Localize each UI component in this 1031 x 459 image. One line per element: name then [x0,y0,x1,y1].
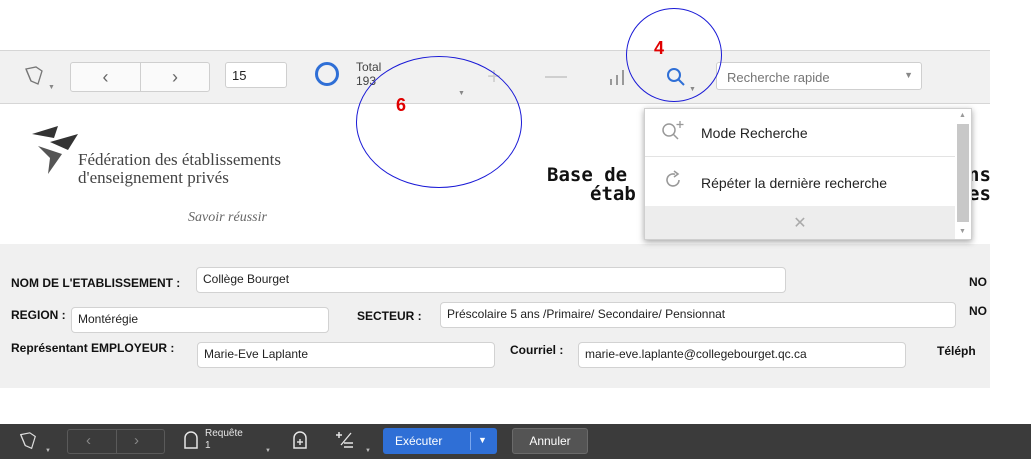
scroll-up-icon[interactable]: ▲ [959,112,966,119]
close-icon[interactable]: ✕ [645,206,955,239]
menu-item-label: Répéter la dernière recherche [701,175,887,191]
layout-menu-button[interactable]: ▼ [12,60,56,92]
total-label: Total [356,60,382,74]
chevron-down-icon[interactable]: ▼ [904,70,913,80]
right-label-1: NO [969,275,987,289]
previous-request-button[interactable]: ‹ [86,432,91,449]
record-navigation: ‹ › [70,62,210,92]
annotation-number-6: 6 [396,95,407,115]
page-title-line2: étab [590,183,636,205]
menu-item-repeat-search[interactable]: Répéter la dernière recherche [645,159,955,207]
minus-icon [545,76,567,78]
execute-label: Exécuter [395,434,443,448]
request-count: 1 [205,440,211,451]
request-navigation: ‹ › [67,429,165,454]
add-request-icon [293,431,307,449]
layout-menu-button[interactable] [18,431,38,454]
cancel-button[interactable]: Annuler [512,428,588,454]
menu-scrollbar[interactable]: ▲ ▼ [957,112,969,236]
current-record-field[interactable]: 15 [225,62,287,88]
request-label: Requête [205,428,243,439]
sector-field[interactable]: Préscolaire 5 ans /Primaire/ Secondaire/… [440,302,956,328]
book-layout-icon [19,432,36,450]
find-button[interactable]: ▼ [656,60,696,94]
phone-label: Téléph [937,344,976,358]
org-name-line2: d'enseignement privés [78,168,229,187]
found-set-ring-icon [315,62,339,86]
menu-item-find-mode[interactable]: Mode Recherche [645,109,955,157]
chevron-down-icon: ▼ [265,448,271,454]
chevron-down-icon: ▼ [365,448,371,454]
book-layout-icon [25,66,43,85]
menu-item-label: Mode Recherche [701,125,808,141]
chevron-down-icon: ▼ [689,86,696,93]
find-mode-icon [645,119,701,147]
right-label-2: NO [969,304,987,318]
quick-search-box: ▼ [716,62,922,90]
chevron-down-icon: ▼ [48,84,55,91]
request-icon [183,431,199,452]
next-record-button[interactable]: › [141,63,209,91]
sector-label: SECTEUR : [357,309,422,323]
org-motto: Savoir réussir [188,210,267,225]
sort-bars-icon [610,70,624,85]
chevron-down-icon: ▼ [458,90,465,97]
repeat-icon [645,169,701,197]
region-field[interactable]: Montérégie [71,307,329,333]
establishment-label: NOM DE L'ETABLISSEMENT : [11,276,181,290]
delete-record-button[interactable] [538,62,574,92]
quick-search-input[interactable] [725,64,899,90]
add-request-button[interactable] [292,431,308,452]
region-label: REGION : [11,308,66,322]
email-field[interactable]: marie-eve.laplante@collegebourget.qc.ca [578,342,906,368]
chevron-left-icon: ‹ [102,66,109,87]
execute-button[interactable]: Exécuter ▼ [383,428,497,454]
magnifier-icon [667,68,685,86]
employer-field[interactable]: Marie-Eve Laplante [197,342,495,368]
establishment-field[interactable]: Collège Bourget [196,267,786,293]
chevron-right-icon: › [172,66,178,87]
federation-logo [32,126,78,174]
email-label: Courriel : [510,343,564,357]
sort-button[interactable] [600,62,636,92]
omit-icon [336,432,353,448]
previous-record-button[interactable]: ‹ [71,63,140,91]
plus-icon: + [486,63,501,90]
find-dropdown-menu: Mode Recherche Répéter la dernière reche… [644,108,972,240]
chevron-down-icon[interactable]: ▼ [478,435,487,445]
annotation-number-4: 4 [654,38,665,58]
new-record-button[interactable]: + [476,62,512,92]
scroll-down-icon[interactable]: ▼ [959,228,966,235]
chevron-down-icon: ▼ [45,448,51,454]
next-request-button[interactable]: › [134,432,139,449]
total-count: 193 [356,74,377,88]
employer-label: Représentant EMPLOYEUR : [11,341,175,355]
omit-button[interactable] [335,430,355,453]
org-name-line1: Fédération des établissements [78,150,282,169]
